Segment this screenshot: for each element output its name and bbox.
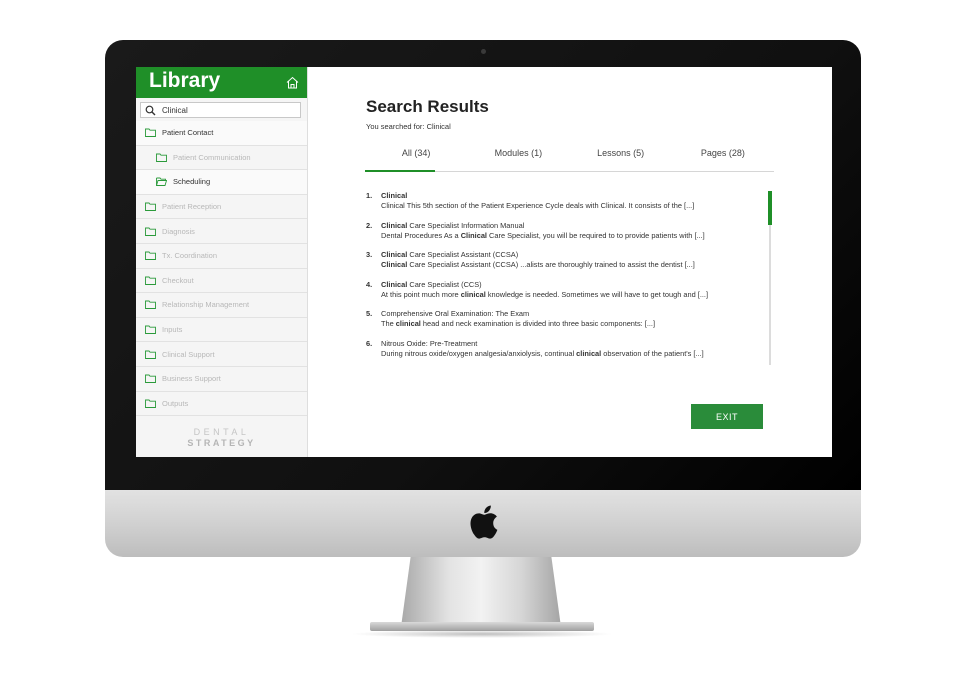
screen: Library Patient Contact Patient Communic…: [136, 67, 832, 457]
list-item[interactable]: 1. Clinical Clinical This 5th section of…: [366, 191, 761, 221]
sidebar-item-outputs[interactable]: Outputs: [136, 392, 307, 417]
folder-icon: [145, 399, 156, 408]
sidebar-item-label: Patient Reception: [162, 202, 222, 212]
result-title[interactable]: Clinical Care Specialist (CCS): [381, 280, 761, 290]
folder-icon: [145, 276, 156, 285]
tab-modules[interactable]: Modules (1): [467, 145, 569, 171]
sidebar-item-relationship-management[interactable]: Relationship Management: [136, 293, 307, 318]
sidebar-item-checkout[interactable]: Checkout: [136, 269, 307, 294]
search-icon: [145, 105, 156, 115]
list-item[interactable]: 2. Clinical Care Specialist Information …: [366, 221, 761, 251]
folder-icon: [145, 128, 156, 138]
monitor-stand: [401, 557, 561, 627]
sidebar-header: Library: [136, 67, 307, 98]
sidebar-nav: Patient Contact Patient Communication Sc…: [136, 121, 307, 417]
apple-logo-icon: [470, 505, 498, 539]
sidebar-item-business-support[interactable]: Business Support: [136, 367, 307, 392]
result-number: 4.: [366, 279, 373, 289]
result-number: 1.: [366, 191, 373, 200]
folder-open-icon: [156, 178, 167, 187]
sidebar-item-inputs[interactable]: Inputs: [136, 318, 307, 343]
brand-logo: DENTAL STRATEGY: [136, 427, 307, 449]
result-snippet: Clinical This 5th section of the Patient…: [381, 201, 695, 210]
sidebar-item-diagnosis[interactable]: Diagnosis: [136, 219, 307, 244]
result-title[interactable]: Nitrous Oxide: Pre-Treatment: [381, 339, 761, 349]
folder-icon: [145, 325, 156, 334]
list-item[interactable]: 5. Comprehensive Oral Examination: The E…: [366, 309, 761, 339]
result-snippet: During nitrous oxide/oxygen analgesia/an…: [381, 348, 704, 358]
sidebar-item-label: Scheduling: [173, 177, 211, 187]
result-snippet: The clinical head and neck examination i…: [381, 319, 656, 328]
sidebar-item-label: Business Support: [162, 374, 221, 384]
result-number: 2.: [366, 220, 373, 230]
result-title[interactable]: Clinical Care Specialist Information Man…: [381, 221, 761, 231]
search-box[interactable]: [140, 102, 301, 118]
result-number: 6.: [366, 338, 373, 348]
folder-icon: [145, 251, 156, 261]
scrollbar-thumb[interactable]: [768, 191, 772, 225]
stand-shadow: [350, 630, 614, 638]
search-caption: You searched for: Clinical: [366, 122, 451, 131]
folder-icon: [156, 153, 167, 162]
tab-pages[interactable]: Pages (28): [672, 145, 774, 171]
folder-icon: [145, 202, 156, 212]
tab-all[interactable]: All (34): [365, 145, 467, 172]
list-item[interactable]: 6. Nitrous Oxide: Pre-Treatment During n…: [366, 339, 761, 369]
folder-icon: [145, 374, 156, 384]
brand-top: DENTAL: [193, 427, 250, 437]
sidebar-item-label: Inputs: [162, 325, 183, 335]
results-list: 1. Clinical Clinical This 5th section of…: [366, 191, 761, 368]
sidebar-item-label: Patient Communication: [173, 152, 251, 162]
sidebar-title: Library: [149, 69, 221, 92]
result-title[interactable]: Clinical: [381, 191, 761, 201]
result-number: 5.: [366, 309, 373, 318]
list-item[interactable]: 3. Clinical Care Specialist Assistant (C…: [366, 250, 761, 280]
sidebar-item-clinical-support[interactable]: Clinical Support: [136, 342, 307, 367]
sidebar-item-patient-reception[interactable]: Patient Reception: [136, 195, 307, 220]
main-content: Search Results You searched for: Clinica…: [308, 67, 832, 457]
sidebar-item-label: Patient Contact: [162, 128, 214, 138]
folder-icon: [145, 301, 156, 310]
search-input[interactable]: [162, 105, 282, 115]
result-snippet: Clinical Care Specialist Assistant (CCSA…: [381, 260, 695, 269]
camera-dot: [481, 49, 486, 54]
result-snippet: Dental Procedures As a Clinical Care Spe…: [381, 230, 705, 240]
sidebar-item-label: Clinical Support: [162, 349, 215, 359]
tab-lessons[interactable]: Lessons (5): [570, 145, 672, 171]
result-title[interactable]: Clinical Care Specialist Assistant (CCSA…: [381, 250, 761, 260]
folder-icon: [145, 350, 156, 359]
result-snippet: At this point much more clinical knowled…: [381, 289, 709, 299]
sidebar-item-label: Checkout: [162, 275, 194, 285]
folder-icon: [145, 227, 156, 236]
sidebar-item-patient-contact[interactable]: Patient Contact: [136, 121, 307, 146]
result-tabs: All (34) Modules (1) Lessons (5) Pages (…: [365, 145, 774, 172]
list-item[interactable]: 4. Clinical Care Specialist (CCS) At thi…: [366, 280, 761, 310]
result-title[interactable]: Comprehensive Oral Examination: The Exam: [381, 309, 761, 319]
page-title: Search Results: [366, 97, 489, 116]
sidebar-item-label: Diagnosis: [162, 226, 195, 236]
sidebar: Library Patient Contact Patient Communic…: [136, 67, 308, 457]
sidebar-item-label: Outputs: [162, 398, 189, 408]
exit-button[interactable]: EXIT: [691, 404, 763, 429]
sidebar-item-label: Tx. Coordination: [162, 251, 218, 261]
sidebar-item-scheduling[interactable]: Scheduling: [136, 170, 307, 195]
sidebar-item-tx-coordination[interactable]: Tx. Coordination: [136, 244, 307, 269]
brand-bottom: STRATEGY: [187, 438, 256, 448]
home-icon[interactable]: [286, 76, 299, 89]
sidebar-item-patient-communication[interactable]: Patient Communication: [136, 146, 307, 171]
sidebar-item-label: Relationship Management: [162, 300, 250, 310]
result-number: 3.: [366, 250, 373, 259]
